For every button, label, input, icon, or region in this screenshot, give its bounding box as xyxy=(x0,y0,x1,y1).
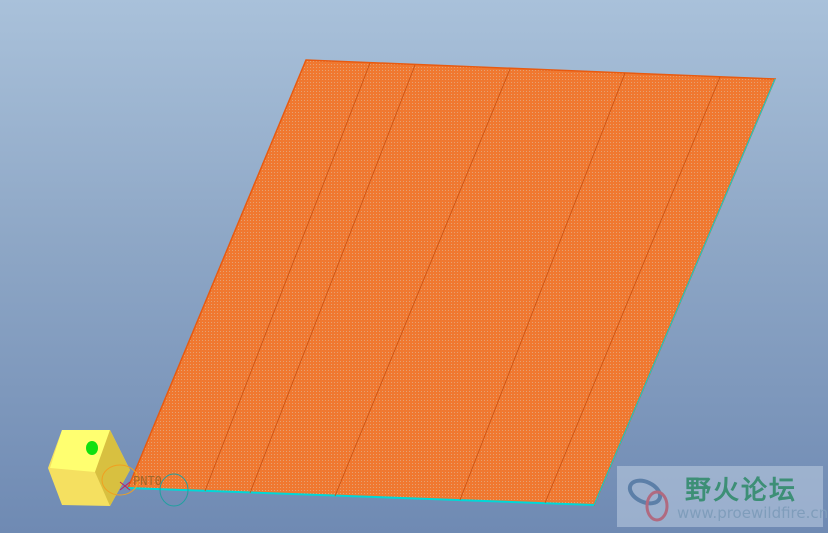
sheet-surface[interactable] xyxy=(126,59,777,506)
watermark-title: 野火论坛 xyxy=(685,476,798,506)
datum-point-label: PNT0 xyxy=(133,474,162,488)
3d-viewport[interactable] xyxy=(0,0,828,533)
butterfly-logo-icon xyxy=(627,478,669,522)
watermark: 野火论坛 www.proewildfire.cn xyxy=(617,466,828,527)
watermark-url: www.proewildfire.cn xyxy=(677,504,828,522)
